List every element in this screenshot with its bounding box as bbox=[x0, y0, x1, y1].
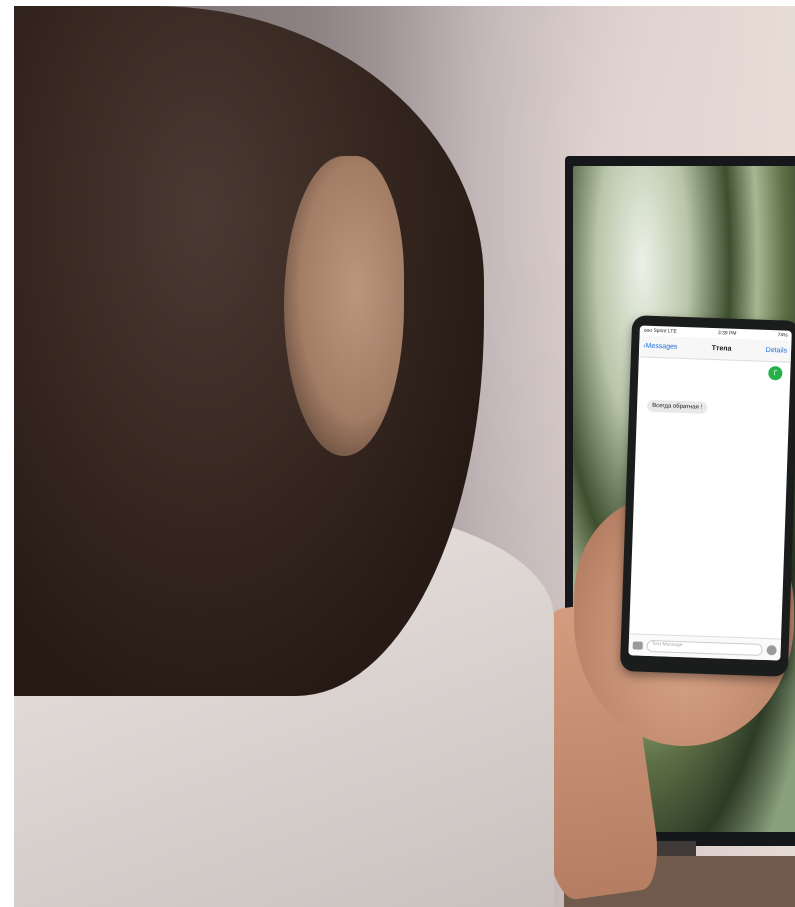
time-label: 3:39 PM bbox=[717, 330, 737, 337]
battery-label: 74% bbox=[777, 332, 788, 339]
face bbox=[284, 156, 404, 456]
message-bubble: Всегда обратная ! bbox=[646, 399, 708, 414]
smartphone: ooo Sprint LTE 3:39 PM 74% ‹ Messages Тт… bbox=[619, 315, 795, 677]
back-label: Messages bbox=[645, 342, 678, 351]
carrier-label: ooo Sprint LTE bbox=[643, 327, 677, 335]
microphone-icon[interactable] bbox=[766, 644, 777, 655]
message-input[interactable]: Text Message bbox=[646, 639, 763, 656]
camera-icon[interactable] bbox=[632, 640, 643, 650]
photo: ooo Sprint LTE 3:39 PM 74% ‹ Messages Тт… bbox=[14, 6, 795, 907]
conversation-title: Ттепа bbox=[711, 344, 732, 353]
contact-avatar[interactable]: Г bbox=[768, 365, 783, 381]
details-button[interactable]: Details bbox=[766, 347, 788, 355]
messages-nav-bar: ‹ Messages Ттепа Details bbox=[638, 335, 792, 363]
message-input-bar: Text Message bbox=[628, 633, 782, 661]
phone-screen: ooo Sprint LTE 3:39 PM 74% ‹ Messages Тт… bbox=[628, 325, 792, 661]
back-button[interactable]: ‹ Messages bbox=[643, 343, 677, 351]
